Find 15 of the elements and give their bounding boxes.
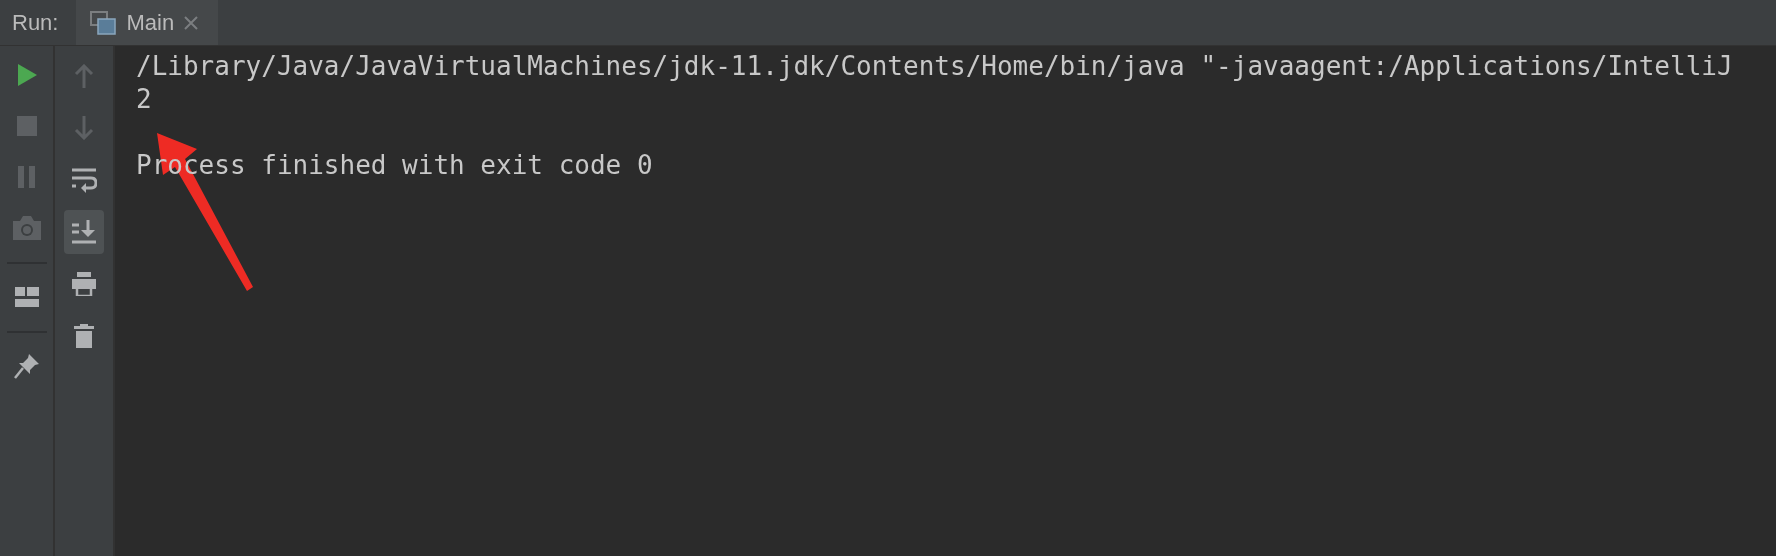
close-icon[interactable] xyxy=(184,15,199,30)
soft-wrap-icon[interactable] xyxy=(71,167,97,193)
tab-title: Main xyxy=(126,9,175,36)
scroll-to-end-icon[interactable] xyxy=(71,220,97,244)
main-tab[interactable]: Main xyxy=(76,0,219,45)
console-line: /Library/Java/JavaVirtualMachines/jdk-11.jdk/Contents/Home/bin/java "-javaagent:/Applications/IntelliJ xyxy=(136,51,1733,81)
toolbar-button[interactable] xyxy=(64,210,104,254)
run-icon[interactable] xyxy=(15,63,38,87)
layout-icon[interactable] xyxy=(14,287,39,307)
run-label: Run: xyxy=(11,9,60,36)
window-icon xyxy=(90,10,117,35)
pin-icon[interactable] xyxy=(13,353,40,379)
console-line: 2 xyxy=(136,84,152,114)
trash-icon[interactable] xyxy=(74,324,94,348)
printer-icon[interactable] xyxy=(72,272,96,296)
